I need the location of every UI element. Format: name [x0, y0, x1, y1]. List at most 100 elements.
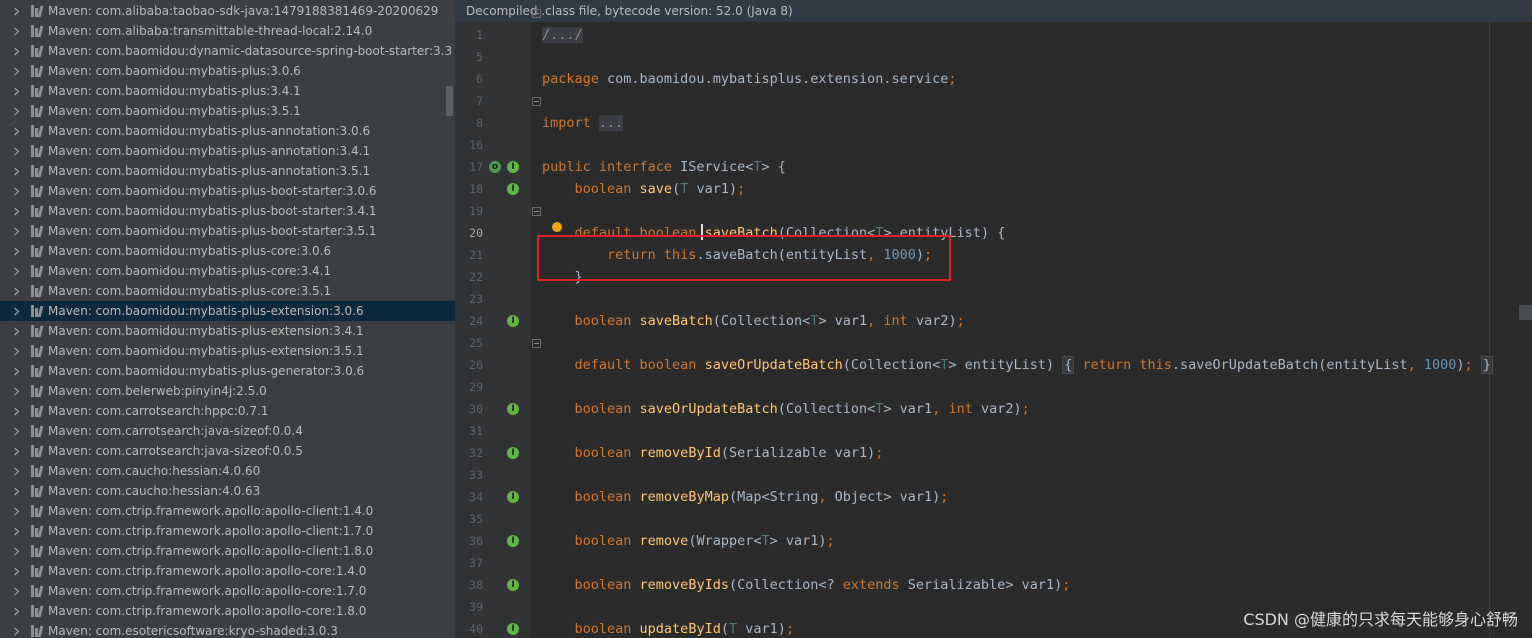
chevron-right-icon[interactable]: [12, 387, 21, 396]
line-number[interactable]: 37: [455, 556, 483, 570]
line-number[interactable]: 30: [455, 402, 483, 416]
chevron-right-icon[interactable]: [12, 587, 21, 596]
library-item[interactable]: Maven: com.alibaba:transmittable-thread-…: [0, 21, 455, 41]
library-item[interactable]: Maven: com.baomidou:mybatis-plus-boot-st…: [0, 221, 455, 241]
line-number[interactable]: 24: [455, 314, 483, 328]
line-number[interactable]: 16: [455, 138, 483, 152]
fold-toggle-icon[interactable]: [532, 339, 541, 348]
chevron-right-icon[interactable]: [12, 447, 21, 456]
chevron-right-icon[interactable]: [12, 347, 21, 356]
line-number[interactable]: 40: [455, 622, 483, 636]
library-item[interactable]: Maven: com.caucho:hessian:4.0.63: [0, 481, 455, 501]
chevron-right-icon[interactable]: [12, 327, 21, 336]
library-item[interactable]: Maven: com.carrotsearch:java-sizeof:0.0.…: [0, 441, 455, 461]
library-item[interactable]: Maven: com.carrotsearch:hppc:0.7.1: [0, 401, 455, 421]
line-number[interactable]: 22: [455, 270, 483, 284]
code-line[interactable]: default boolean saveOrUpdateBatch(Collec…: [542, 356, 1493, 374]
chevron-right-icon[interactable]: [12, 147, 21, 156]
implemented-icon[interactable]: I: [507, 491, 519, 503]
chevron-right-icon[interactable]: [12, 267, 21, 276]
intention-bulb-icon[interactable]: [552, 222, 562, 232]
line-number[interactable]: 21: [455, 248, 483, 262]
chevron-right-icon[interactable]: [12, 287, 21, 296]
library-item[interactable]: Maven: com.baomidou:mybatis-plus-boot-st…: [0, 201, 455, 221]
chevron-right-icon[interactable]: [12, 547, 21, 556]
line-number[interactable]: 7: [455, 94, 483, 108]
line-number[interactable]: 38: [455, 578, 483, 592]
library-item[interactable]: Maven: com.baomidou:mybatis-plus-core:3.…: [0, 261, 455, 281]
chevron-right-icon[interactable]: [12, 407, 21, 416]
code-editor[interactable]: Decompiled .class file, bytecode version…: [455, 0, 1532, 638]
code-line[interactable]: boolean saveOrUpdateBatch(Collection<T> …: [542, 400, 1030, 418]
line-number[interactable]: 39: [455, 600, 483, 614]
line-number[interactable]: 1: [455, 28, 483, 42]
chevron-right-icon[interactable]: [12, 167, 21, 176]
library-item[interactable]: Maven: com.baomidou:mybatis-plus-annotat…: [0, 161, 455, 181]
error-stripe-marker[interactable]: [1519, 305, 1532, 320]
line-number[interactable]: 6: [455, 72, 483, 86]
line-number[interactable]: 35: [455, 512, 483, 526]
line-number[interactable]: 17: [455, 160, 483, 174]
library-item[interactable]: Maven: com.baomidou:mybatis-plus-core:3.…: [0, 241, 455, 261]
fold-toggle-icon[interactable]: [532, 97, 541, 106]
line-number[interactable]: 25: [455, 336, 483, 350]
fold-toggle-icon[interactable]: [532, 207, 541, 216]
chevron-right-icon[interactable]: [12, 527, 21, 536]
library-item[interactable]: Maven: com.baomidou:mybatis-plus:3.0.6: [0, 61, 455, 81]
line-number[interactable]: 34: [455, 490, 483, 504]
library-item[interactable]: Maven: com.baomidou:mybatis-plus-extensi…: [0, 321, 455, 341]
chevron-right-icon[interactable]: [12, 247, 21, 256]
chevron-right-icon[interactable]: [12, 187, 21, 196]
library-item[interactable]: Maven: com.baomidou:mybatis-plus-generat…: [0, 361, 455, 381]
library-item[interactable]: Maven: com.esotericsoftware:kryo-shaded:…: [0, 621, 455, 638]
code-line[interactable]: boolean remove(Wrapper<T> var1);: [542, 532, 835, 550]
chevron-right-icon[interactable]: [12, 367, 21, 376]
line-number[interactable]: 36: [455, 534, 483, 548]
line-number[interactable]: 8: [455, 116, 483, 130]
chevron-right-icon[interactable]: [12, 467, 21, 476]
library-item[interactable]: Maven: com.belerweb:pinyin4j:2.5.0: [0, 381, 455, 401]
library-item[interactable]: Maven: com.carrotsearch:java-sizeof:0.0.…: [0, 421, 455, 441]
code-line[interactable]: public interface IService<T> {: [542, 158, 786, 176]
library-item[interactable]: Maven: com.ctrip.framework.apollo:apollo…: [0, 601, 455, 621]
code-line[interactable]: boolean updateById(T var1);: [542, 620, 795, 638]
code-line[interactable]: boolean save(T var1);: [542, 180, 746, 198]
chevron-right-icon[interactable]: [12, 87, 21, 96]
chevron-right-icon[interactable]: [12, 7, 21, 16]
chevron-right-icon[interactable]: [12, 627, 21, 636]
code-line[interactable]: boolean removeById(Serializable var1);: [542, 444, 884, 462]
chevron-right-icon[interactable]: [12, 427, 21, 436]
chevron-right-icon[interactable]: [12, 47, 21, 56]
line-number[interactable]: 33: [455, 468, 483, 482]
implemented-icon[interactable]: I: [507, 447, 519, 459]
chevron-right-icon[interactable]: [12, 567, 21, 576]
code-line[interactable]: boolean removeByIds(Collection<? extends…: [542, 576, 1071, 594]
line-number[interactable]: 5: [455, 50, 483, 64]
implemented-icon[interactable]: I: [507, 315, 519, 327]
library-item[interactable]: Maven: com.ctrip.framework.apollo:apollo…: [0, 541, 455, 561]
chevron-right-icon[interactable]: [12, 207, 21, 216]
line-number[interactable]: 31: [455, 424, 483, 438]
library-item[interactable]: Maven: com.alibaba:taobao-sdk-java:14791…: [0, 1, 455, 21]
chevron-right-icon[interactable]: [12, 607, 21, 616]
code-line[interactable]: boolean removeByMap(Map<String, Object> …: [542, 488, 949, 506]
chevron-right-icon[interactable]: [12, 507, 21, 516]
library-item[interactable]: Maven: com.ctrip.framework.apollo:apollo…: [0, 561, 455, 581]
library-item[interactable]: Maven: com.baomidou:mybatis-plus-annotat…: [0, 121, 455, 141]
chevron-right-icon[interactable]: [12, 67, 21, 76]
line-number[interactable]: 29: [455, 380, 483, 394]
implemented-icon[interactable]: I: [507, 623, 519, 635]
library-item[interactable]: Maven: com.ctrip.framework.apollo:apollo…: [0, 521, 455, 541]
chevron-right-icon[interactable]: [12, 227, 21, 236]
code-line[interactable]: boolean saveBatch(Collection<T> var1, in…: [542, 312, 965, 330]
line-number[interactable]: 19: [455, 204, 483, 218]
library-item[interactable]: Maven: com.baomidou:mybatis-plus-core:3.…: [0, 281, 455, 301]
library-item[interactable]: Maven: com.baomidou:mybatis-plus:3.4.1: [0, 81, 455, 101]
code-line[interactable]: package com.baomidou.mybatisplus.extensi…: [542, 70, 957, 88]
line-number[interactable]: 32: [455, 446, 483, 460]
implemented-icon[interactable]: I: [507, 535, 519, 547]
implemented-icon[interactable]: I: [507, 579, 519, 591]
line-number[interactable]: 18: [455, 182, 483, 196]
implemented-icon[interactable]: I: [507, 183, 519, 195]
library-item[interactable]: Maven: com.ctrip.framework.apollo:apollo…: [0, 501, 455, 521]
